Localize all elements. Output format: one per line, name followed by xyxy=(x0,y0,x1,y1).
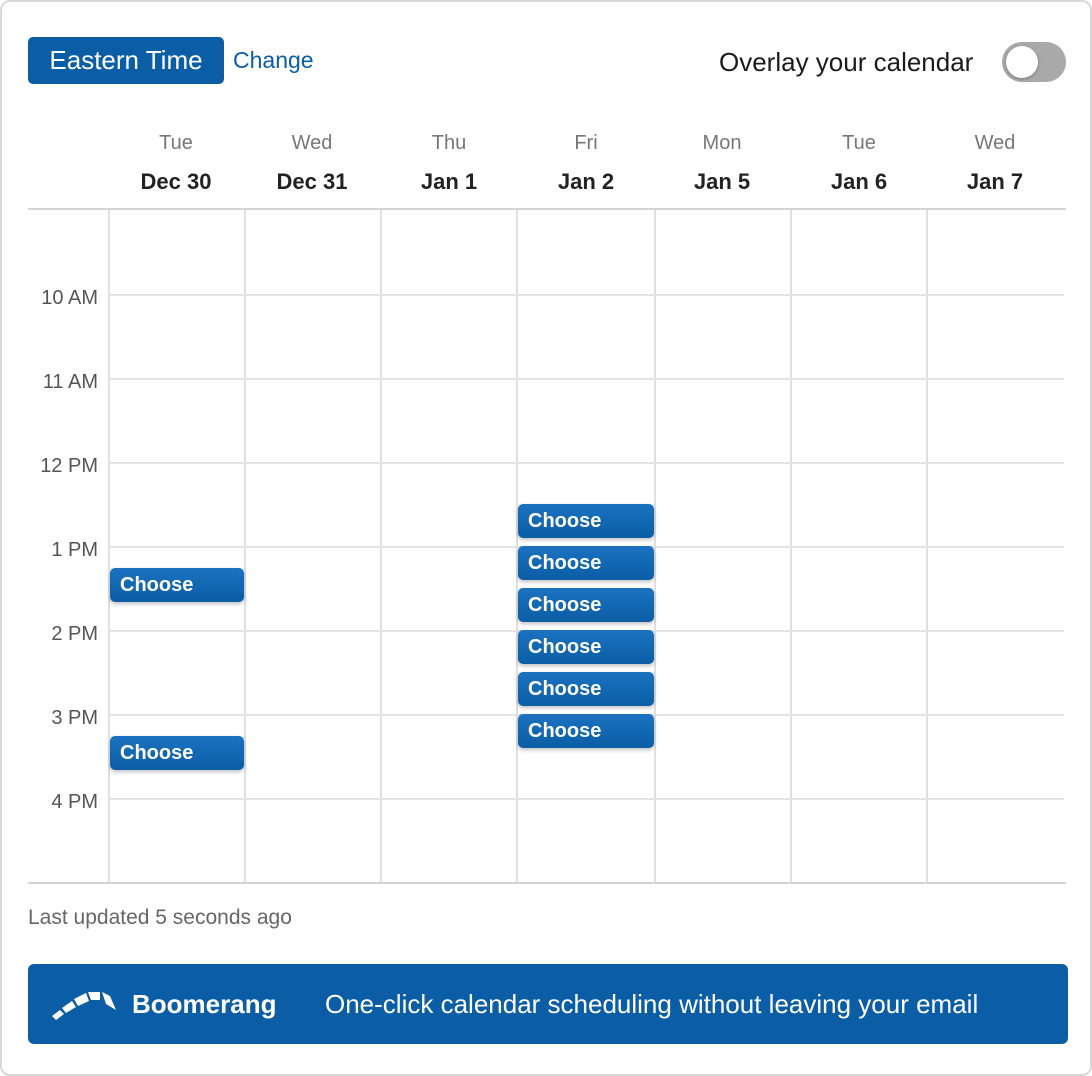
choose-slot-button[interactable]: Choose xyxy=(518,714,654,748)
day-header-4: Mon Jan 5 xyxy=(654,130,790,196)
time-label: 4 PM xyxy=(51,791,98,813)
day-name: Wed xyxy=(974,132,1016,154)
last-updated-text: Last updated 5 seconds ago xyxy=(28,906,292,929)
scheduler-widget: Eastern Time Change Overlay your calenda… xyxy=(0,0,1092,1076)
day-name: Wed xyxy=(291,132,333,154)
day-header-5: Tue Jan 6 xyxy=(791,130,927,196)
toggle-knob xyxy=(1006,46,1038,78)
overlay-calendar-toggle[interactable] xyxy=(1002,42,1066,82)
day-date: Dec 31 xyxy=(276,169,348,194)
time-label: 3 PM xyxy=(51,707,98,729)
grid-hour-line xyxy=(108,294,1064,296)
day-name: Fri xyxy=(574,132,598,154)
day-date: Jan 7 xyxy=(966,169,1024,194)
time-label: 12 PM xyxy=(40,455,98,477)
boomerang-logo-icon xyxy=(52,992,116,1020)
day-name: Mon xyxy=(702,132,742,154)
choose-slot-button[interactable]: Choose xyxy=(518,504,654,538)
day-date: Jan 2 xyxy=(557,169,615,194)
day-name: Thu xyxy=(431,132,467,154)
boomerang-banner[interactable]: Boomerang One-click calendar scheduling … xyxy=(28,964,1068,1044)
day-header-6: Wed Jan 7 xyxy=(927,130,1063,196)
header-divider xyxy=(28,208,1066,210)
banner-tagline: One-click calendar scheduling without le… xyxy=(325,989,979,1019)
day-date: Jan 6 xyxy=(830,169,888,194)
choose-slot-button[interactable]: Choose xyxy=(110,736,244,770)
choose-slot-button[interactable]: Choose xyxy=(518,630,654,664)
change-timezone-link[interactable]: Change xyxy=(233,44,314,76)
day-header-0: Tue Dec 30 xyxy=(108,130,244,196)
overlay-calendar-label: Overlay your calendar xyxy=(719,47,974,77)
day-date: Jan 1 xyxy=(420,169,478,194)
banner-brand: Boomerang xyxy=(132,989,277,1019)
day-date: Jan 5 xyxy=(693,169,751,194)
choose-slot-button[interactable]: Choose xyxy=(518,546,654,580)
day-header-2: Thu Jan 1 xyxy=(381,130,517,196)
time-label: 11 AM xyxy=(42,371,98,393)
grid-bottom-divider xyxy=(28,882,1066,884)
choose-slot-button[interactable]: Choose xyxy=(110,568,244,602)
day-date: Dec 30 xyxy=(140,169,212,194)
time-label: 2 PM xyxy=(51,623,98,645)
day-name: Tue xyxy=(159,132,193,154)
day-header-3: Fri Jan 2 xyxy=(518,130,654,196)
day-header-1: Wed Dec 31 xyxy=(244,130,380,196)
grid-hour-line xyxy=(108,462,1064,464)
time-label: 10 AM xyxy=(41,287,98,309)
time-label: 1 PM xyxy=(51,539,98,561)
timezone-button[interactable]: Eastern Time xyxy=(28,37,224,84)
grid-hour-line xyxy=(108,378,1064,380)
day-name: Tue xyxy=(842,132,876,154)
grid-hour-line xyxy=(108,798,1064,800)
choose-slot-button[interactable]: Choose xyxy=(518,588,654,622)
choose-slot-button[interactable]: Choose xyxy=(518,672,654,706)
